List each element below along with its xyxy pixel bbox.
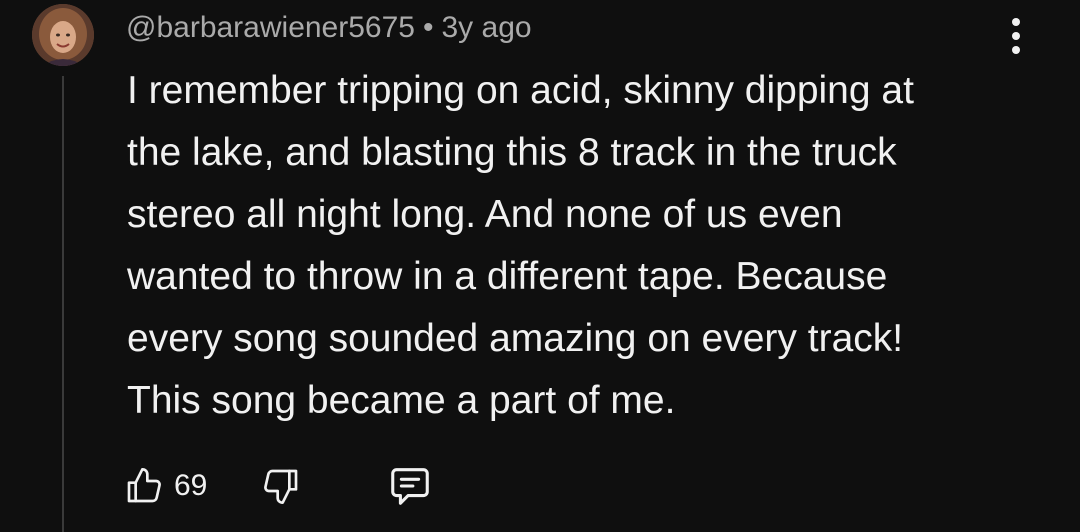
author-handle[interactable]: @barbarawiener5675 <box>126 11 415 45</box>
reply-button[interactable] <box>387 462 433 510</box>
thread-line <box>62 76 64 532</box>
more-options-button[interactable] <box>996 12 1036 60</box>
like-count: 69 <box>174 469 208 502</box>
header-separator: • <box>422 11 434 44</box>
dislike-button[interactable] <box>261 462 301 510</box>
avatar[interactable] <box>32 4 94 66</box>
like-button[interactable]: 69 <box>124 462 207 510</box>
comment-text: I remember tripping on acid, skinny dipp… <box>127 69 914 422</box>
more-vertical-icon <box>1012 18 1020 54</box>
avatar-image <box>32 4 94 66</box>
comment-timestamp[interactable]: 3y ago <box>442 11 532 45</box>
thumbs-down-icon <box>264 469 298 504</box>
reply-comment-icon <box>391 468 430 505</box>
comment-header: @barbarawiener5675 • 3y ago <box>126 8 532 48</box>
thumbs-up-icon <box>127 468 161 503</box>
comment-actions: 69 <box>124 462 433 510</box>
